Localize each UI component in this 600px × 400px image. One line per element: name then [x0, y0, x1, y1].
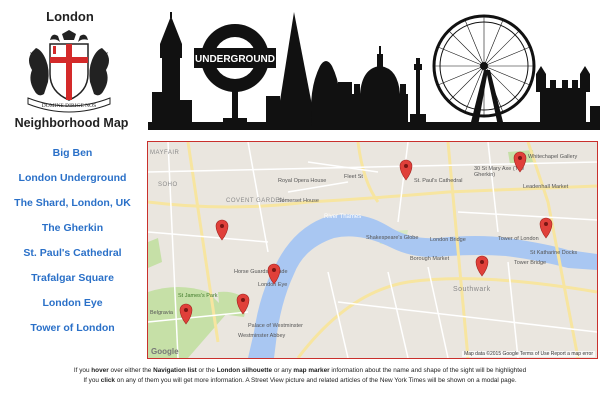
- nav-item-london-underground[interactable]: London Underground: [0, 171, 145, 196]
- map-attribution[interactable]: Map data ©2015 Google Terms of Use Repor…: [462, 351, 595, 357]
- underground-silhouette[interactable]: UNDERGROUND: [194, 24, 276, 126]
- nav-item-the-shard[interactable]: The Shard, London, UK: [0, 196, 145, 221]
- gherkin-silhouette[interactable]: [311, 61, 352, 126]
- nav-item-the-gherkin[interactable]: The Gherkin: [0, 221, 145, 246]
- map-marker-the-gherkin[interactable]: [513, 151, 527, 173]
- sidebar: London DOMINE DIRIGE NOS Neighborhood Ma…: [0, 0, 145, 400]
- map-marker-london-underground[interactable]: [179, 303, 193, 325]
- crest-motto: DOMINE DIRIGE NOS: [42, 103, 96, 109]
- big-ben-silhouette[interactable]: [152, 12, 192, 126]
- nav-item-tower-of-london[interactable]: Tower of London: [0, 321, 145, 346]
- nelsons-column-silhouette[interactable]: [410, 58, 426, 126]
- map-marker-st-pauls[interactable]: [399, 159, 413, 181]
- city-crest-logo: DOMINE DIRIGE NOS: [27, 30, 111, 113]
- nav-item-st-pauls[interactable]: St. Paul's Cathedral: [0, 246, 145, 271]
- tower-of-london-silhouette[interactable]: [536, 66, 600, 126]
- underground-sign-text: UNDERGROUND: [195, 54, 275, 65]
- instructions-line-1: If you hover over either the Navigation …: [73, 367, 527, 374]
- map-marker-trafalgar-square[interactable]: [215, 219, 229, 241]
- instructions-line-2: If you click on any of them you will get…: [83, 377, 517, 384]
- shard-silhouette[interactable]: [266, 12, 316, 126]
- city-title: London: [46, 9, 94, 24]
- map-marker-the-shard[interactable]: [475, 255, 489, 277]
- map-marker-tower-of-london[interactable]: [539, 217, 553, 239]
- page-title: Neighborhood Map: [14, 116, 129, 130]
- nav-item-big-ben[interactable]: Big Ben: [0, 146, 145, 171]
- google-logo: Google: [151, 347, 179, 356]
- nav-item-london-eye[interactable]: London Eye: [0, 296, 145, 321]
- instructions: If you hover over either the Navigation …: [0, 366, 600, 386]
- navigation-list: Big Ben London Underground The Shard, Lo…: [0, 146, 145, 346]
- london-eye-silhouette[interactable]: [432, 14, 536, 126]
- map-marker-london-eye[interactable]: [267, 263, 281, 285]
- map-markers: [179, 151, 553, 325]
- map-marker-big-ben[interactable]: [236, 293, 250, 315]
- google-map[interactable]: Royal Opera House SOHO COVENT GARDEN Som…: [147, 141, 598, 359]
- london-silhouette[interactable]: UNDERGROUND: [148, 10, 600, 130]
- nav-item-trafalgar-square[interactable]: Trafalgar Square: [0, 271, 145, 296]
- st-pauls-silhouette[interactable]: [352, 46, 408, 126]
